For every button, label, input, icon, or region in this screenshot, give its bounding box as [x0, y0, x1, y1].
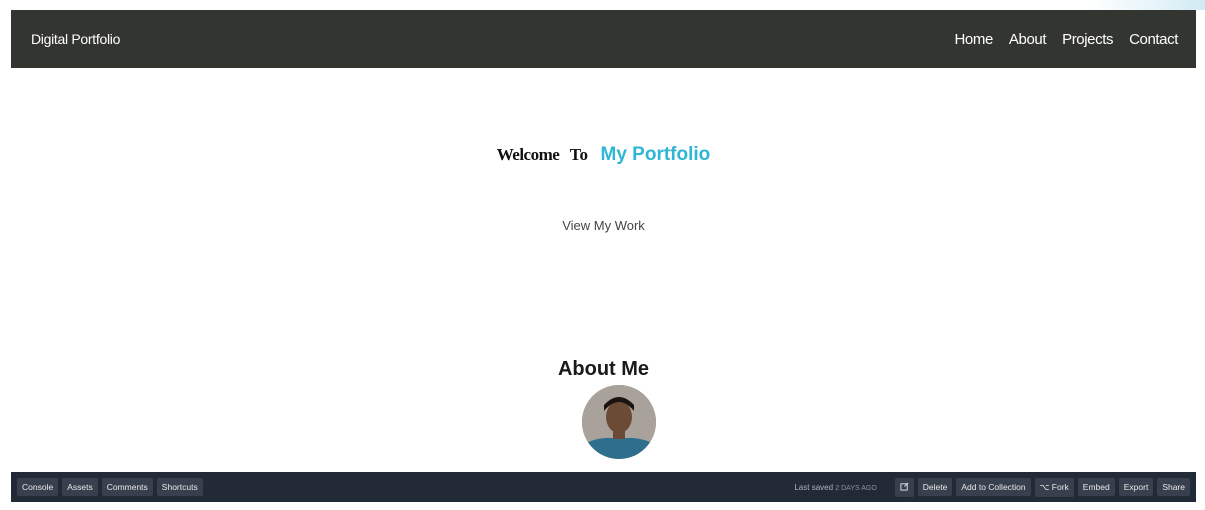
hero-welcome: Welcome [496, 145, 560, 164]
editor-bar-right: Last saved 2 DAYS AGO Delete Add to Coll… [794, 477, 1190, 497]
add-to-collection-button[interactable]: Add to Collection [956, 478, 1031, 496]
about-heading: About Me [557, 358, 650, 380]
editor-bar: Console Assets Comments Shortcuts Last s… [11, 472, 1196, 502]
comments-button[interactable]: Comments [101, 478, 153, 496]
avatar [582, 385, 656, 459]
hero-to: To [569, 145, 589, 164]
page-content: Welcome To My Portfolio View My Work Abo… [11, 68, 1196, 472]
nav-projects[interactable]: Projects [1062, 31, 1113, 48]
fork-button[interactable]: ⌥ Fork [1034, 477, 1074, 497]
hero-highlight: My Portfolio [600, 144, 711, 165]
nav-home[interactable]: Home [954, 31, 993, 48]
last-saved-label: Last saved [794, 482, 834, 492]
bottom-strip [0, 502, 1205, 510]
shortcuts-button[interactable]: Shortcuts [156, 478, 203, 496]
navbar: Digital Portfolio Home About Projects Co… [11, 10, 1196, 68]
last-saved-status: Last saved 2 DAYS AGO [794, 483, 876, 492]
assets-button[interactable]: Assets [62, 478, 98, 496]
editor-bar-left: Console Assets Comments Shortcuts [17, 478, 203, 496]
embed-button[interactable]: Embed [1077, 478, 1115, 496]
hero-title: Welcome To My Portfolio [11, 144, 1196, 166]
nav-contact[interactable]: Contact [1129, 31, 1178, 48]
left-edge [0, 10, 11, 510]
delete-button[interactable]: Delete [917, 478, 953, 496]
view-work-link[interactable]: View My Work [11, 218, 1196, 233]
nav-links: Home About Projects Contact [954, 31, 1178, 48]
nav-about[interactable]: About [1009, 31, 1047, 48]
last-saved-ago: 2 DAYS AGO [835, 484, 877, 492]
export-button[interactable]: Export [1118, 478, 1154, 496]
top-strip [0, 0, 1205, 10]
console-button[interactable]: Console [17, 478, 59, 496]
edit-icon[interactable] [894, 477, 914, 497]
brand-link[interactable]: Digital Portfolio [31, 31, 120, 47]
right-edge [1196, 10, 1205, 510]
share-button[interactable]: Share [1157, 478, 1190, 496]
